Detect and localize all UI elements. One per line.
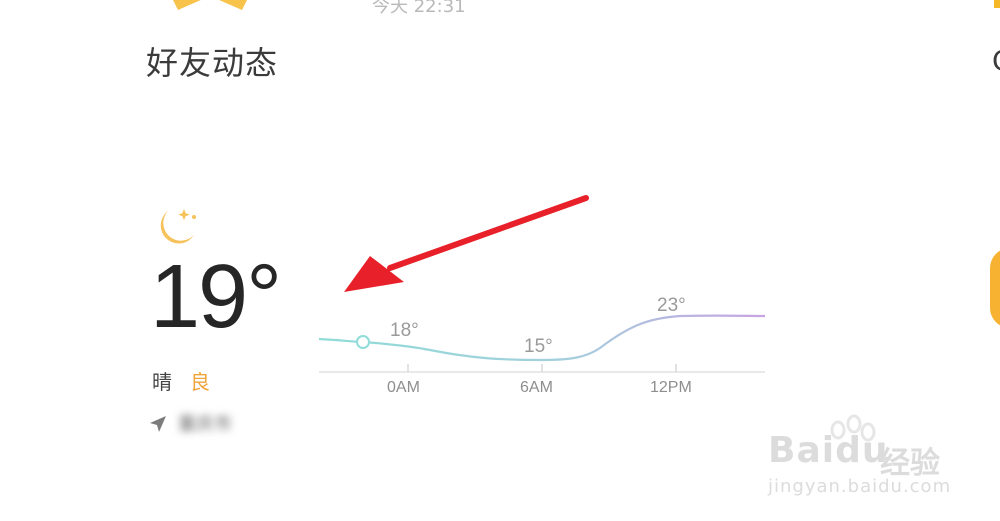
tick-label-2: 12PM [650,379,692,396]
value-label-2: 23° [657,295,686,316]
edge-decoration [994,0,1000,8]
edge-label: C [992,44,1000,77]
annotation-arrow [344,195,589,292]
friends-activity-label[interactable]: 好友动态 [146,38,278,84]
air-quality-badge: 良 [190,370,210,394]
star-icon [173,0,247,10]
value-label-1: 15° [524,336,553,357]
current-time-marker [356,335,370,349]
value-label-0: 18° [390,320,419,341]
current-temperature: 19° [150,247,282,347]
timestamp: 今天 22:31 [372,0,466,17]
tick-label-1: 6AM [520,379,553,396]
edge-orange-icon [990,248,1000,328]
tick-label-0: 0AM [387,379,420,396]
moon-star-icon [160,209,196,244]
weather-condition: 晴 [152,370,172,394]
location-name[interactable]: 重庆市 [178,410,232,436]
watermark-url: jingyan.baidu.com [768,476,952,497]
location-arrow-icon [150,416,166,432]
watermark-brand: Baidu [768,430,889,471]
